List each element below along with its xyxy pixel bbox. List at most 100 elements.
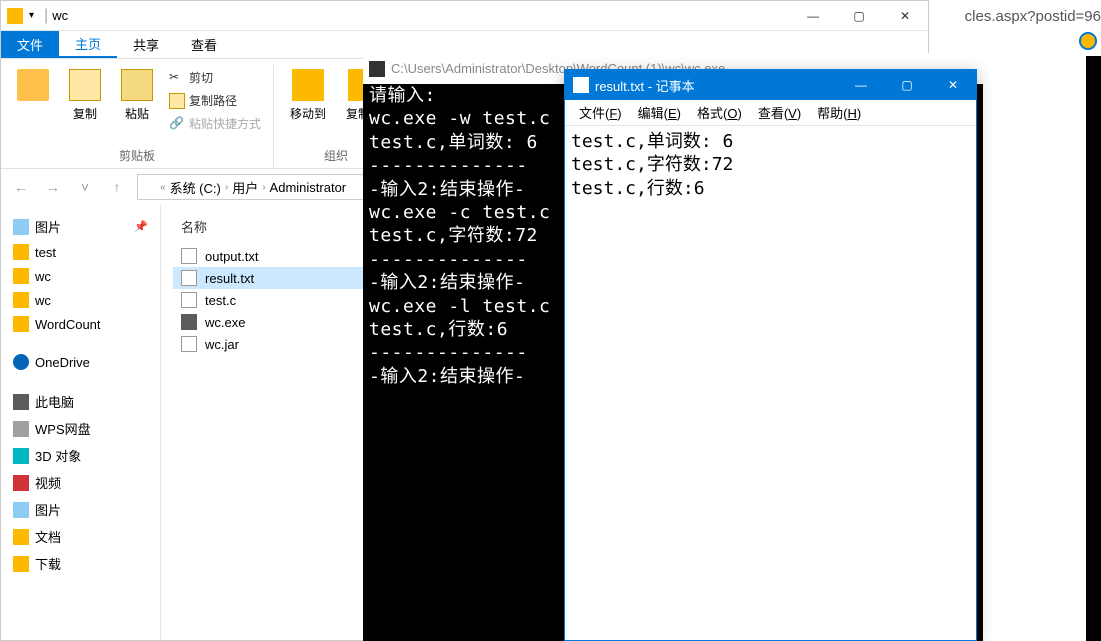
qat-dropdown-icon[interactable]: ▾	[29, 10, 34, 21]
nav-item[interactable]: 3D 对象	[1, 442, 160, 469]
browser-avatar-icon	[1079, 32, 1097, 50]
nav-item-icon	[13, 421, 29, 437]
nav-item[interactable]: 文档	[1, 523, 160, 550]
minimize-button[interactable]: —	[790, 1, 836, 31]
cut-label: 剪切	[189, 69, 213, 86]
menu-view[interactable]: 查看(V)	[750, 101, 809, 124]
nav-item-label: test	[35, 245, 56, 260]
nav-item-icon	[13, 219, 29, 235]
nav-item[interactable]: test	[1, 240, 160, 264]
nav-item-label: OneDrive	[35, 355, 90, 370]
forward-button[interactable]: →	[41, 175, 65, 199]
copy-icon	[69, 69, 101, 101]
up-button[interactable]: ↑	[105, 175, 129, 199]
notepad-menubar: 文件(F) 编辑(E) 格式(O) 查看(V) 帮助(H)	[565, 100, 976, 126]
tab-file[interactable]: 文件	[1, 31, 59, 58]
notepad-icon	[573, 77, 589, 93]
file-name: test.c	[205, 293, 236, 308]
maximize-button[interactable]: ▢	[836, 1, 882, 31]
menu-edit[interactable]: 编辑(E)	[630, 101, 689, 124]
notepad-titlebar[interactable]: result.txt - 记事本 — ▢ ✕	[565, 70, 976, 100]
menu-help[interactable]: 帮助(H)	[809, 101, 869, 124]
cut-button[interactable]: ✂ 剪切	[165, 67, 265, 88]
copy-path-icon	[169, 93, 185, 109]
nav-item[interactable]: OneDrive	[1, 350, 160, 374]
nav-item-icon	[13, 268, 29, 284]
nav-item-label: wc	[35, 269, 51, 284]
file-name: output.txt	[205, 249, 258, 264]
paste-shortcut-button[interactable]: 🔗 粘贴快捷方式	[165, 113, 265, 134]
pin-icon	[17, 69, 49, 101]
nav-item[interactable]: 下载	[1, 550, 160, 577]
tab-view[interactable]: 查看	[175, 31, 233, 58]
breadcrumb-part[interactable]: 系统 (C:)	[166, 178, 225, 197]
nav-item-icon	[13, 448, 29, 464]
notepad-window[interactable]: result.txt - 记事本 — ▢ ✕ 文件(F) 编辑(E) 格式(O)…	[564, 69, 977, 641]
breadcrumb-part[interactable]: Administrator	[266, 180, 351, 195]
file-icon	[181, 292, 197, 308]
move-to-label: 移动到	[290, 105, 326, 122]
nav-item-label: 此电脑	[35, 392, 74, 411]
nav-item[interactable]: 图片📌	[1, 213, 160, 240]
nav-item[interactable]: 此电脑	[1, 388, 160, 415]
nav-item[interactable]: 图片	[1, 496, 160, 523]
recent-dropdown[interactable]: ˅	[73, 175, 97, 199]
browser-sidebar	[1086, 56, 1101, 641]
nav-item-icon	[13, 502, 29, 518]
paste-shortcut-label: 粘贴快捷方式	[189, 115, 261, 132]
copy-path-button[interactable]: 复制路径	[165, 90, 265, 111]
tab-home[interactable]: 主页	[59, 31, 117, 58]
clipboard-group-label: 剪贴板	[119, 147, 155, 164]
breadcrumb-part[interactable]: 用户	[228, 178, 262, 197]
nav-item-icon	[13, 556, 29, 572]
nav-item[interactable]: 视频	[1, 469, 160, 496]
back-button[interactable]: ←	[9, 175, 33, 199]
maximize-button[interactable]: ▢	[884, 70, 930, 100]
nav-item-icon	[13, 529, 29, 545]
file-icon	[181, 336, 197, 352]
file-name: wc.jar	[205, 337, 239, 352]
nav-item[interactable]: wc	[1, 288, 160, 312]
folder-icon	[142, 180, 156, 194]
file-name: wc.exe	[205, 315, 245, 330]
close-button[interactable]: ✕	[930, 70, 976, 100]
copy-path-label: 复制路径	[189, 92, 237, 109]
nav-item[interactable]: WPS网盘	[1, 415, 160, 442]
notepad-content[interactable]: test.c,单词数: 6 test.c,字符数:72 test.c,行数:6	[565, 126, 976, 204]
file-name: result.txt	[205, 271, 254, 286]
file-icon	[181, 314, 197, 330]
copy-label: 复制	[73, 105, 97, 122]
nav-item-label: WPS网盘	[35, 419, 91, 438]
menu-file[interactable]: 文件(F)	[571, 101, 630, 124]
notepad-title: result.txt - 记事本	[595, 76, 695, 95]
file-icon	[181, 248, 197, 264]
nav-item-label: 视频	[35, 473, 61, 492]
nav-item-label: 图片	[35, 500, 61, 519]
explorer-titlebar[interactable]: ▾ | wc — ▢ ✕	[1, 1, 928, 31]
nav-item-label: 图片	[35, 217, 61, 236]
pin-to-quickaccess-button[interactable]	[9, 65, 57, 168]
nav-item-icon	[13, 316, 29, 332]
file-icon	[181, 270, 197, 286]
menu-format[interactable]: 格式(O)	[689, 101, 750, 124]
nav-item-label: 文档	[35, 527, 61, 546]
separator: |	[44, 7, 48, 25]
nav-item[interactable]: WordCount	[1, 312, 160, 336]
nav-item[interactable]: wc	[1, 264, 160, 288]
nav-item-icon	[13, 354, 29, 370]
nav-item-icon	[13, 475, 29, 491]
window-title: wc	[52, 8, 68, 23]
folder-icon	[7, 8, 23, 24]
paste-icon	[121, 69, 153, 101]
nav-item-label: 3D 对象	[35, 446, 81, 465]
console-icon	[369, 61, 385, 77]
copy-button[interactable]: 复制	[61, 65, 109, 168]
navigation-pane[interactable]: 图片📌testwcwcWordCountOneDrive此电脑WPS网盘3D 对…	[1, 205, 161, 640]
tab-share[interactable]: 共享	[117, 31, 175, 58]
browser-url-fragment: cles.aspx?postid=96	[965, 8, 1101, 25]
paste-label: 粘贴	[125, 105, 149, 122]
nav-item-icon	[13, 292, 29, 308]
minimize-button[interactable]: —	[838, 70, 884, 100]
organize-group-label: 组织	[324, 147, 348, 164]
close-button[interactable]: ✕	[882, 1, 928, 31]
